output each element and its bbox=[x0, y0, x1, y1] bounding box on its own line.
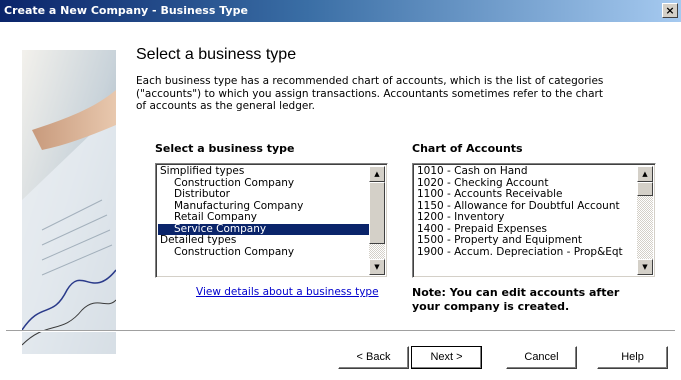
footer-divider bbox=[6, 330, 675, 332]
business-type-scrollbar[interactable]: ▲ ▼ bbox=[369, 166, 385, 275]
view-details-link[interactable]: View details about a business type bbox=[196, 286, 379, 298]
help-button[interactable]: Help bbox=[597, 346, 668, 369]
scroll-thumb[interactable] bbox=[637, 182, 653, 196]
title-bar: Create a New Company - Business Type × bbox=[0, 0, 681, 22]
cancel-button[interactable]: Cancel bbox=[506, 346, 577, 369]
account-item[interactable]: 1500 - Property and Equipment bbox=[415, 234, 637, 247]
next-button[interactable]: Next > bbox=[411, 346, 482, 369]
scroll-up-arrow-icon[interactable]: ▲ bbox=[369, 166, 385, 182]
window-title: Create a New Company - Business Type bbox=[4, 4, 248, 17]
decorative-photo bbox=[22, 50, 116, 354]
chart-of-accounts-scrollbar[interactable]: ▲ ▼ bbox=[637, 166, 653, 275]
scroll-up-arrow-icon[interactable]: ▲ bbox=[637, 166, 653, 182]
business-type-label: Select a business type bbox=[155, 142, 295, 155]
page-heading: Select a business type bbox=[136, 46, 297, 63]
close-button[interactable]: × bbox=[662, 3, 678, 18]
back-button[interactable]: < Back bbox=[338, 346, 409, 369]
account-item[interactable]: 1900 - Accum. Depreciation - Prop&Eqt bbox=[415, 246, 637, 259]
business-type-listbox[interactable]: Simplified types Construction Company Dist… bbox=[155, 163, 388, 278]
business-type-item[interactable]: Simplified types bbox=[158, 166, 369, 178]
chart-of-accounts-label: Chart of Accounts bbox=[412, 142, 523, 155]
description-text: Each business type has a recommended cha… bbox=[136, 75, 604, 112]
scroll-thumb[interactable] bbox=[369, 182, 385, 244]
business-type-item[interactable]: Distributor bbox=[158, 188, 369, 201]
chart-of-accounts-listbox[interactable]: 1010 - Cash on Hand 1020 - Checking Accou… bbox=[412, 163, 656, 278]
account-item[interactable]: 1100 - Accounts Receivable bbox=[415, 188, 637, 201]
account-item[interactable]: 1010 - Cash on Hand bbox=[415, 166, 637, 178]
scroll-down-arrow-icon[interactable]: ▼ bbox=[637, 259, 653, 275]
business-type-item[interactable]: Retail Company bbox=[158, 211, 369, 224]
business-type-item[interactable]: Construction Company bbox=[158, 246, 369, 259]
account-item[interactable]: 1200 - Inventory bbox=[415, 211, 637, 224]
scroll-down-arrow-icon[interactable]: ▼ bbox=[369, 259, 385, 275]
edit-accounts-note: Note: You can edit accounts after your c… bbox=[412, 286, 620, 313]
business-type-item[interactable]: Detailed types bbox=[158, 234, 369, 247]
